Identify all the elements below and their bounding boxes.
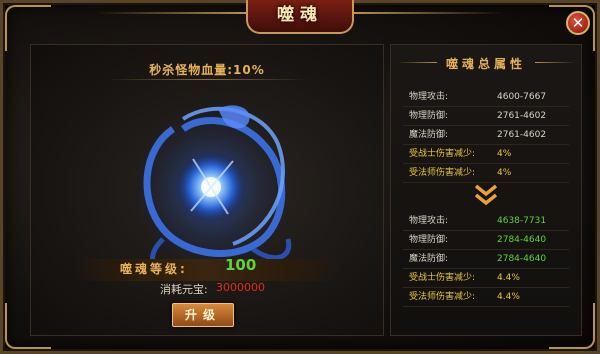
stat-label: 物理防御: xyxy=(409,235,449,245)
stat-value: 4% xyxy=(497,168,512,178)
title-decoration xyxy=(354,12,504,14)
stat-value: 4.4% xyxy=(497,292,520,302)
stat-value: 4% xyxy=(497,149,512,159)
stat-value: 4600-7667 xyxy=(497,92,547,102)
stat-label: 受战士伤害减少: xyxy=(409,273,476,283)
kill-hp-value: 10% xyxy=(233,63,265,77)
soul-level-value: 100 xyxy=(225,256,257,274)
divider xyxy=(107,79,307,80)
title-decoration xyxy=(96,12,246,14)
current-stat-row: 受法师伤害减少: 4% xyxy=(403,165,569,183)
title-decoration xyxy=(535,62,575,63)
current-stat-row: 受战士伤害减少: 4% xyxy=(403,146,569,164)
next-stat-row: 受法师伤害减少: 4.4% xyxy=(403,289,569,307)
current-stat-row: 物理攻击: 4600-7667 xyxy=(403,89,569,107)
cost-label: 消耗元宝: xyxy=(160,283,208,296)
stat-label: 魔法防御: xyxy=(409,130,449,140)
stat-label: 魔法防御: xyxy=(409,254,449,264)
window-title: 噬魂 xyxy=(277,5,323,25)
current-stat-row: 物理防御: 2761-4602 xyxy=(403,108,569,126)
next-stat-row: 魔法防御: 2784-4640 xyxy=(403,251,569,269)
stat-label: 物理防御: xyxy=(409,111,449,121)
attributes-title: 噬魂总属性 xyxy=(445,57,526,71)
next-stat-row: 受战士伤害减少: 4.4% xyxy=(403,270,569,288)
current-stat-row: 魔法防御: 2761-4602 xyxy=(403,127,569,145)
double-chevron-down-icon xyxy=(474,184,498,206)
stat-value: 2761-4602 xyxy=(497,130,547,140)
soul-level-label: 噬魂等级: xyxy=(120,262,188,276)
stat-value: 4638-7731 xyxy=(497,216,547,226)
stat-label: 受战士伤害减少: xyxy=(409,149,476,159)
stat-value: 2784-4640 xyxy=(497,254,547,264)
stat-label: 物理攻击: xyxy=(409,216,449,226)
window-title-tab: 噬魂 xyxy=(246,0,354,34)
kill-hp-label: 秒杀怪物血量: xyxy=(149,63,234,77)
next-stat-row: 物理防御: 2784-4640 xyxy=(403,232,569,250)
kill-hp-text: 秒杀怪物血量:10% xyxy=(31,61,383,78)
stat-value: 2761-4602 xyxy=(497,111,547,121)
close-button[interactable]: ✕ xyxy=(566,11,590,35)
stat-value: 4.4% xyxy=(497,273,520,283)
next-stat-row: 物理攻击: 4638-7731 xyxy=(403,213,569,231)
stat-label: 受法师伤害减少: xyxy=(409,168,476,178)
level-bar-background xyxy=(73,259,341,281)
upgrade-button[interactable]: 升级 xyxy=(172,303,234,327)
soul-dragon-orb-icon xyxy=(131,103,292,275)
cost-value: 3000000 xyxy=(216,281,265,294)
total-attributes-panel: 噬魂总属性 物理攻击: 4600-7667 物理防御: 2761-4602 魔法… xyxy=(390,44,582,336)
stat-value: 2784-4640 xyxy=(497,235,547,245)
stat-label: 物理攻击: xyxy=(409,92,449,102)
stat-label: 受法师伤害减少: xyxy=(409,292,476,302)
